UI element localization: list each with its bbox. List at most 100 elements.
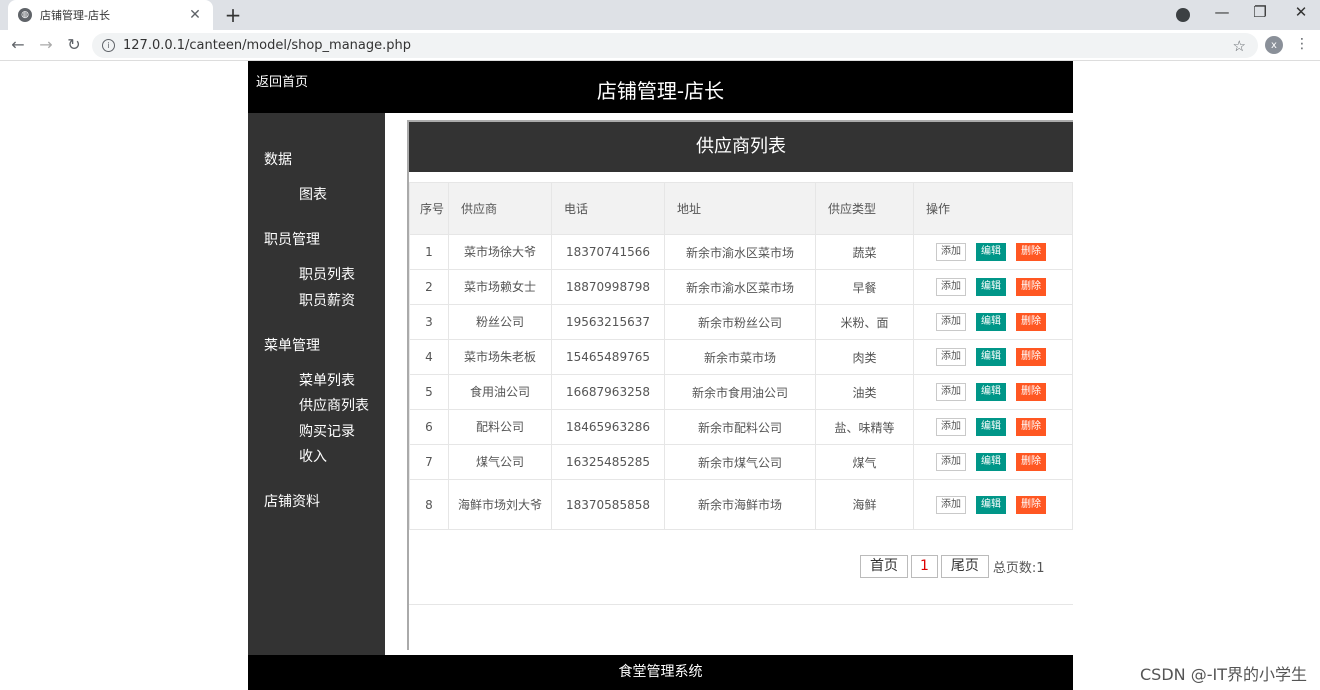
browser-tab[interactable]: ◍ 店铺管理-店长 ✕ <box>8 0 213 30</box>
profile-avatar[interactable]: x <box>1265 36 1283 54</box>
row-supplier: 菜市场赖女士 <box>448 269 552 305</box>
row-actions: 添加 编辑 删除 <box>913 444 1073 480</box>
row-actions: 添加 编辑 删除 <box>913 374 1073 410</box>
row-supplier: 食用油公司 <box>448 374 552 410</box>
last-page-button[interactable]: 尾页 <box>940 555 989 578</box>
delete-button[interactable]: 删除 <box>1016 278 1046 296</box>
new-tab-icon[interactable]: + <box>222 3 244 27</box>
row-no: 8 <box>409 479 449 530</box>
sidebar-item-purchase-records[interactable]: 购买记录 <box>299 421 355 441</box>
row-phone: 19563215637 <box>551 304 665 340</box>
row-actions: 添加 编辑 删除 <box>913 304 1073 340</box>
table-row: 2 菜市场赖女士 18870998798 新余市渝水区菜市场 早餐 添加 编辑 删除 <box>409 269 1073 305</box>
close-tab-icon[interactable]: ✕ <box>187 7 203 23</box>
sidebar-item-menu-list[interactable]: 菜单列表 <box>299 370 355 390</box>
row-type: 油类 <box>815 374 914 410</box>
back-arrow-icon[interactable]: ← <box>8 35 28 54</box>
table-row: 6 配料公司 18465963286 新余市配料公司 盐、味精等 添加 编辑 删除 <box>409 409 1073 445</box>
edit-button[interactable]: 编辑 <box>976 313 1006 331</box>
delete-button[interactable]: 删除 <box>1016 495 1046 514</box>
row-address: 新余市配料公司 <box>664 409 816 445</box>
edit-button[interactable]: 编辑 <box>976 495 1006 514</box>
minimize-icon[interactable]: — <box>1207 3 1237 21</box>
pagination: 首页 1 尾页 总页数:1 <box>860 555 1045 578</box>
restore-icon[interactable]: ❐ <box>1245 3 1275 21</box>
page-footer: 食堂管理系统 <box>248 655 1073 690</box>
add-button[interactable]: 添加 <box>936 453 966 471</box>
delete-button[interactable]: 删除 <box>1016 243 1046 261</box>
edit-button[interactable]: 编辑 <box>976 348 1006 366</box>
row-actions: 添加 编辑 删除 <box>913 339 1073 375</box>
add-button[interactable]: 添加 <box>936 243 966 261</box>
edit-button[interactable]: 编辑 <box>976 453 1006 471</box>
page-header: 返回首页 店铺管理-店长 <box>248 61 1073 113</box>
first-page-button[interactable]: 首页 <box>860 555 908 578</box>
delete-button[interactable]: 删除 <box>1016 418 1046 436</box>
add-button[interactable]: 添加 <box>936 278 966 296</box>
sidebar-group-data[interactable]: 数据 <box>264 149 292 169</box>
add-button[interactable]: 添加 <box>936 313 966 331</box>
sidebar-item-staff-list[interactable]: 职员列表 <box>299 264 355 284</box>
window-close-icon[interactable]: ✕ <box>1286 3 1316 21</box>
menu-kebab-icon[interactable]: ⋮ <box>1295 36 1309 52</box>
add-button[interactable]: 添加 <box>936 418 966 436</box>
delete-button[interactable]: 删除 <box>1016 348 1046 366</box>
bookmark-star-icon[interactable]: ☆ <box>1233 37 1246 55</box>
row-type: 蔬菜 <box>815 234 914 270</box>
supplier-table: 序号 供应商 电话 地址 供应类型 操作 1 菜市场徐大爷 18370741566 新… <box>409 182 1073 530</box>
supplier-panel: 供应商列表 序号 供应商 电话 地址 供应类型 操作 1 菜市场徐大爷 183707… <box>407 120 1073 650</box>
row-type: 盐、味精等 <box>815 409 914 445</box>
add-button[interactable]: 添加 <box>936 348 966 366</box>
row-supplier: 配料公司 <box>448 409 552 445</box>
edit-button[interactable]: 编辑 <box>976 418 1006 436</box>
col-no: 序号 <box>409 182 449 235</box>
media-control-icon[interactable] <box>1176 8 1190 22</box>
sidebar-group-menu[interactable]: 菜单管理 <box>264 335 320 355</box>
total-pages-label: 总页数:1 <box>992 561 1045 576</box>
reload-icon[interactable]: ↻ <box>64 35 84 54</box>
add-button[interactable]: 添加 <box>936 383 966 401</box>
row-actions: 添加 编辑 删除 <box>913 479 1073 530</box>
tab-title: 店铺管理-店长 <box>40 9 110 22</box>
current-page-button[interactable]: 1 <box>911 555 938 578</box>
panel-title: 供应商列表 <box>409 122 1073 172</box>
row-address: 新余市菜市场 <box>664 339 816 375</box>
edit-button[interactable]: 编辑 <box>976 383 1006 401</box>
watermark: CSDN @-IT界的小学生 <box>1140 665 1307 684</box>
row-no: 4 <box>409 339 449 375</box>
row-phone: 18370741566 <box>551 234 665 270</box>
edit-button[interactable]: 编辑 <box>976 278 1006 296</box>
delete-button[interactable]: 删除 <box>1016 383 1046 401</box>
edit-button[interactable]: 编辑 <box>976 243 1006 261</box>
delete-button[interactable]: 删除 <box>1016 313 1046 331</box>
divider <box>409 604 1073 605</box>
row-phone: 18370585858 <box>551 479 665 530</box>
row-actions: 添加 编辑 删除 <box>913 234 1073 270</box>
url-input[interactable]: i 127.0.0.1/canteen/model/shop_manage.ph… <box>92 33 1258 58</box>
sidebar-group-shop-info[interactable]: 店铺资料 <box>264 491 320 511</box>
sidebar-item-income[interactable]: 收入 <box>299 446 327 466</box>
row-supplier: 菜市场朱老板 <box>448 339 552 375</box>
row-type: 早餐 <box>815 269 914 305</box>
col-supplier: 供应商 <box>448 182 552 235</box>
info-icon[interactable]: i <box>102 39 115 52</box>
page-title: 店铺管理-店长 <box>596 79 725 103</box>
row-type: 海鲜 <box>815 479 914 530</box>
row-no: 5 <box>409 374 449 410</box>
table-row: 8 海鲜市场刘大爷 18370585858 新余市海鲜市场 海鲜 添加 编辑 删除 <box>409 479 1073 530</box>
col-actions: 操作 <box>913 182 1073 235</box>
table-row: 5 食用油公司 16687963258 新余市食用油公司 油类 添加 编辑 删除 <box>409 374 1073 410</box>
row-phone: 16687963258 <box>551 374 665 410</box>
delete-button[interactable]: 删除 <box>1016 453 1046 471</box>
sidebar-item-staff-salary[interactable]: 职员薪资 <box>299 290 355 310</box>
forward-arrow-icon[interactable]: → <box>36 35 56 54</box>
row-address: 新余市渝水区菜市场 <box>664 269 816 305</box>
globe-icon: ◍ <box>18 8 32 22</box>
sidebar-group-staff[interactable]: 职员管理 <box>264 229 320 249</box>
row-address: 新余市煤气公司 <box>664 444 816 480</box>
row-type: 米粉、面 <box>815 304 914 340</box>
sidebar-item-chart[interactable]: 图表 <box>299 184 327 204</box>
row-no: 3 <box>409 304 449 340</box>
add-button[interactable]: 添加 <box>936 495 966 514</box>
sidebar-item-supplier-list[interactable]: 供应商列表 <box>299 395 369 415</box>
